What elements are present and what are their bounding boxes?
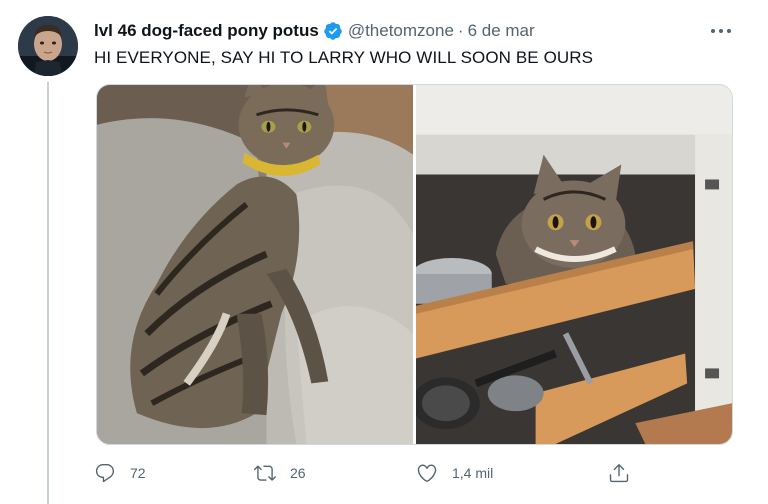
- share-button[interactable]: [608, 458, 630, 488]
- cat-in-cabinet-drawer-photo[interactable]: [416, 85, 732, 444]
- author-handle[interactable]: @thetomzone: [348, 21, 454, 41]
- retweet-button[interactable]: 26: [254, 458, 306, 488]
- like-count: 1,4 mil: [452, 465, 494, 481]
- reply-button[interactable]: 72: [94, 458, 146, 488]
- share-icon: [609, 464, 629, 483]
- tweet: lvl 46 dog-faced pony potus @thetomzone …: [0, 0, 768, 504]
- tweet-header: lvl 46 dog-faced pony potus @thetomzone …: [94, 18, 535, 44]
- more-options-icon[interactable]: [708, 22, 734, 40]
- tweet-date[interactable]: 6 de mar: [468, 21, 535, 41]
- header-separator: ·: [457, 21, 464, 40]
- retweet-count: 26: [290, 465, 306, 481]
- like-button[interactable]: 1,4 mil: [416, 458, 493, 488]
- thread-line: [47, 82, 49, 504]
- more-dot: [727, 29, 731, 33]
- avatar[interactable]: [18, 16, 78, 76]
- reply-count: 72: [130, 465, 146, 481]
- verified-badge-icon: [323, 21, 343, 41]
- tweet-text: HI EVERYONE, SAY HI TO LARRY WHO WILL SO…: [94, 48, 594, 67]
- cat-on-couch-photo[interactable]: [97, 85, 413, 444]
- heart-icon: [417, 464, 437, 482]
- display-name[interactable]: lvl 46 dog-faced pony potus: [94, 21, 319, 41]
- more-dot: [719, 29, 723, 33]
- reply-icon: [95, 464, 115, 483]
- media-grid: [96, 84, 733, 445]
- more-dot: [711, 29, 715, 33]
- retweet-icon: [254, 465, 276, 481]
- tweet-actions: 72 26 1,4 mil: [94, 458, 634, 488]
